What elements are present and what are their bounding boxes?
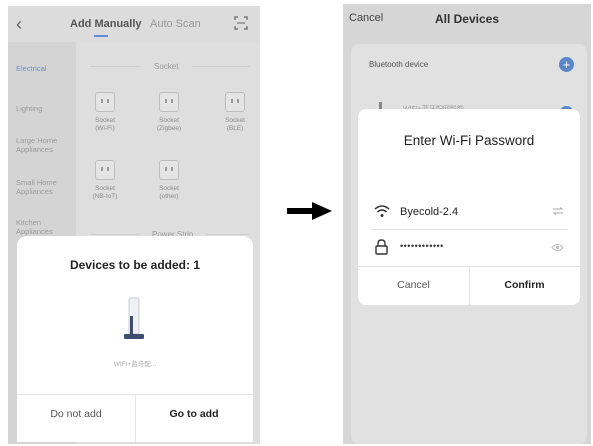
divider [90, 66, 140, 67]
sidebar-item-electrical[interactable]: Electrical [16, 64, 72, 73]
socket-icon [95, 92, 115, 112]
right-phone-screen: All Devices Cancel Bluetooth device + WI… [343, 4, 591, 444]
device-label: (NB-IoT) [92, 193, 118, 200]
sidebar-item-lighting[interactable]: Lighting [16, 104, 72, 113]
device-label: (other) [159, 193, 179, 200]
device-socket-other[interactable]: Socket (other) [148, 160, 190, 201]
device-image [124, 297, 144, 339]
device-socket-nb-iot[interactable]: Socket (NB-IoT) [84, 160, 126, 201]
tab-active-indicator [94, 35, 108, 37]
go-to-add-button[interactable]: Go to add [135, 394, 253, 434]
wifi-icon [374, 205, 390, 217]
device-socket-ble[interactable]: Socket (BLE) [214, 92, 256, 133]
password-value: •••••••••••• [400, 241, 444, 251]
cancel-button[interactable]: Cancel [358, 266, 469, 304]
device-name-label: WIFI+蓝牙配... [113, 361, 157, 368]
switch-network-icon[interactable] [552, 207, 564, 215]
device-label: Socket [95, 185, 115, 192]
lock-icon [375, 239, 388, 255]
section-title-socket: Socket [154, 62, 179, 71]
device-label: (Zigbee) [156, 125, 182, 132]
divider [206, 234, 250, 235]
eye-icon[interactable] [551, 243, 564, 252]
arrow-head [312, 202, 332, 220]
wifi-ssid-value: Byecold-2.4 [400, 206, 459, 218]
divider [192, 66, 250, 67]
device-label: (BLE) [226, 125, 244, 132]
device-socket-zigbee[interactable]: Socket (Zigbee) [148, 92, 190, 133]
device-label: Socket [159, 185, 179, 192]
device-label: (Wi-Fi) [95, 125, 115, 132]
wifi-password-dialog: Enter Wi-Fi Password Byecold-2.4 •••••••… [358, 109, 580, 305]
dialog-title: Devices to be added: 1 [69, 258, 201, 272]
dialog-title: Enter Wi-Fi Password [403, 133, 535, 148]
socket-icon [95, 160, 115, 180]
confirm-button[interactable]: Confirm [469, 266, 580, 304]
tab-add-manually[interactable]: Add Manually [70, 18, 142, 30]
wifi-ssid-field[interactable]: Byecold-2.4 [374, 201, 566, 223]
sidebar-item-small-home-appliances[interactable]: Small Home Appliances [16, 178, 72, 196]
tab-auto-scan[interactable]: Auto Scan [150, 18, 201, 30]
chevron-left-icon[interactable]: ‹ [16, 14, 22, 35]
socket-icon [225, 92, 245, 112]
socket-icon [159, 160, 179, 180]
scan-frame-icon[interactable] [234, 16, 248, 30]
arrow-right-icon [287, 208, 313, 214]
divider [372, 229, 568, 230]
devices-to-add-dialog: Devices to be added: 1 WIFI+蓝牙配... Do no… [17, 236, 253, 442]
cancel-link[interactable]: Cancel [349, 12, 383, 24]
socket-icon [159, 92, 179, 112]
sidebar-item-kitchen-appliances[interactable]: Kitchen Appliances [16, 218, 72, 236]
do-not-add-button[interactable]: Do not add [17, 394, 135, 434]
divider [90, 234, 140, 235]
device-socket-wifi[interactable]: Socket (Wi-Fi) [84, 92, 126, 133]
device-label: Socket [225, 117, 245, 124]
left-header: ‹ Add Manually Auto Scan [8, 6, 260, 42]
device-label: Socket [159, 117, 179, 124]
wifi-password-field[interactable]: •••••••••••• [374, 237, 566, 259]
sidebar-item-large-home-appliances[interactable]: Large Home Appliances [16, 136, 72, 154]
device-label: Socket [95, 117, 115, 124]
bluetooth-device-label: Bluetooth device [369, 60, 429, 69]
plus-circle-icon[interactable]: + [559, 57, 574, 72]
